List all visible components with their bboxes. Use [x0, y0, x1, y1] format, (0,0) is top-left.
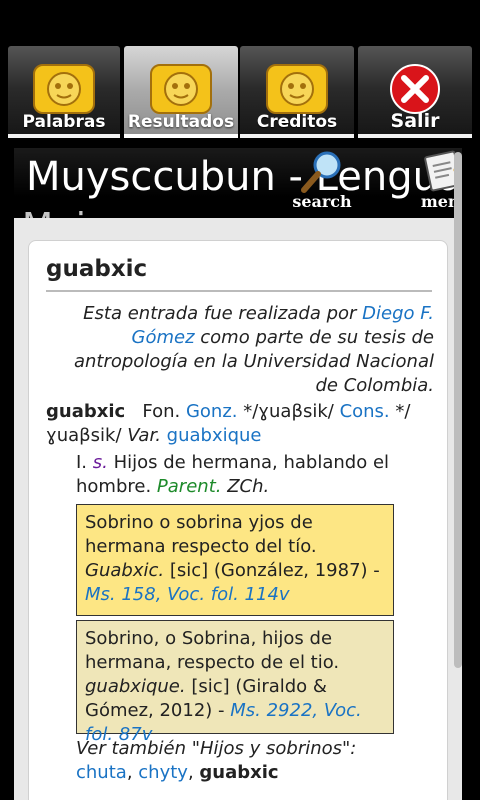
tab-palabras[interactable]: Palabras [8, 46, 120, 138]
sense-definition: I. s. Hijos de hermana, hablando el homb… [76, 451, 436, 499]
tab-label: Salir [390, 110, 440, 132]
headword: guabxic [46, 401, 126, 422]
entry-title: guabxic [46, 256, 148, 282]
credit-suffix: como parte de su tesis de antropología e… [73, 327, 434, 396]
quote-citation: [sic] (González, 1987) - [169, 560, 380, 581]
quote-text: Sobrino, o Sobrina, hijos de hermana, re… [85, 628, 340, 673]
domain-abbreviation: ZCh. [227, 476, 270, 497]
gonz-link[interactable]: Gonz. [186, 401, 238, 422]
sun-mask-icon [33, 64, 95, 114]
tab-underline [124, 134, 238, 138]
variant-link[interactable]: guabxique [167, 425, 262, 446]
part-of-speech: s. [92, 452, 108, 473]
status-bar [0, 0, 480, 44]
credit-note: Esta entrada fue realizada por Diego F. … [46, 302, 434, 398]
see-also-link-chuta[interactable]: chuta [76, 762, 127, 783]
see-also-label: Ver también "Hijos y sobrinos": [76, 738, 357, 759]
sun-mask-icon [150, 64, 212, 114]
quote-form: guabxique. [85, 676, 186, 697]
var-label: Var. [127, 425, 161, 446]
tab-bar: Palabras Resultados Creditos Salir [0, 44, 480, 140]
credit-prefix: Esta entrada fue realizada por [83, 303, 363, 324]
see-also-current: guabxic [199, 762, 279, 783]
tab-resultados[interactable]: Resultados [124, 46, 238, 138]
tab-underline [240, 134, 354, 138]
fon-label: Fon. [142, 401, 181, 422]
title-divider [46, 290, 432, 292]
tab-creditos[interactable]: Creditos [240, 46, 354, 138]
source-link[interactable]: Ms. 158, Voc. fol. 114v [85, 584, 290, 605]
cons-link[interactable]: Cons. [340, 401, 390, 422]
quote-form: Guabxic. [85, 560, 165, 581]
see-also-link-chyty[interactable]: chyty [138, 762, 188, 783]
gonz-phonetic: */ɣuaβsik/ [243, 401, 334, 422]
sense-number: I. [76, 452, 88, 473]
quote-box: Sobrino, o Sobrina, hijos de hermana, re… [76, 620, 394, 745]
tab-underline [358, 134, 472, 138]
entry-headline: guabxic Fon. Gonz. */ɣuaβsik/ Cons. */ ɣ… [46, 400, 436, 448]
tab-label: Palabras [22, 112, 106, 132]
tab-label: Resultados [127, 112, 235, 132]
quote-box: Sobrino o sobrina yjos de hermana respec… [76, 504, 394, 616]
tab-underline [8, 134, 120, 138]
sun-mask-icon [266, 64, 328, 114]
close-icon [390, 64, 440, 114]
search-icon [301, 151, 341, 193]
scrollbar[interactable] [454, 152, 462, 668]
tab-salir[interactable]: Salir [358, 46, 472, 138]
page-title: Muysccubun - Lengua [26, 154, 462, 200]
see-also: Ver también "Hijos y sobrinos": chuta, c… [76, 738, 357, 783]
search-button[interactable]: search [286, 150, 358, 212]
quote-text: Sobrino o sobrina yjos de hermana respec… [85, 512, 317, 557]
domain-label: Parent. [156, 476, 222, 497]
search-label: search [292, 192, 352, 211]
tab-label: Creditos [256, 112, 338, 132]
